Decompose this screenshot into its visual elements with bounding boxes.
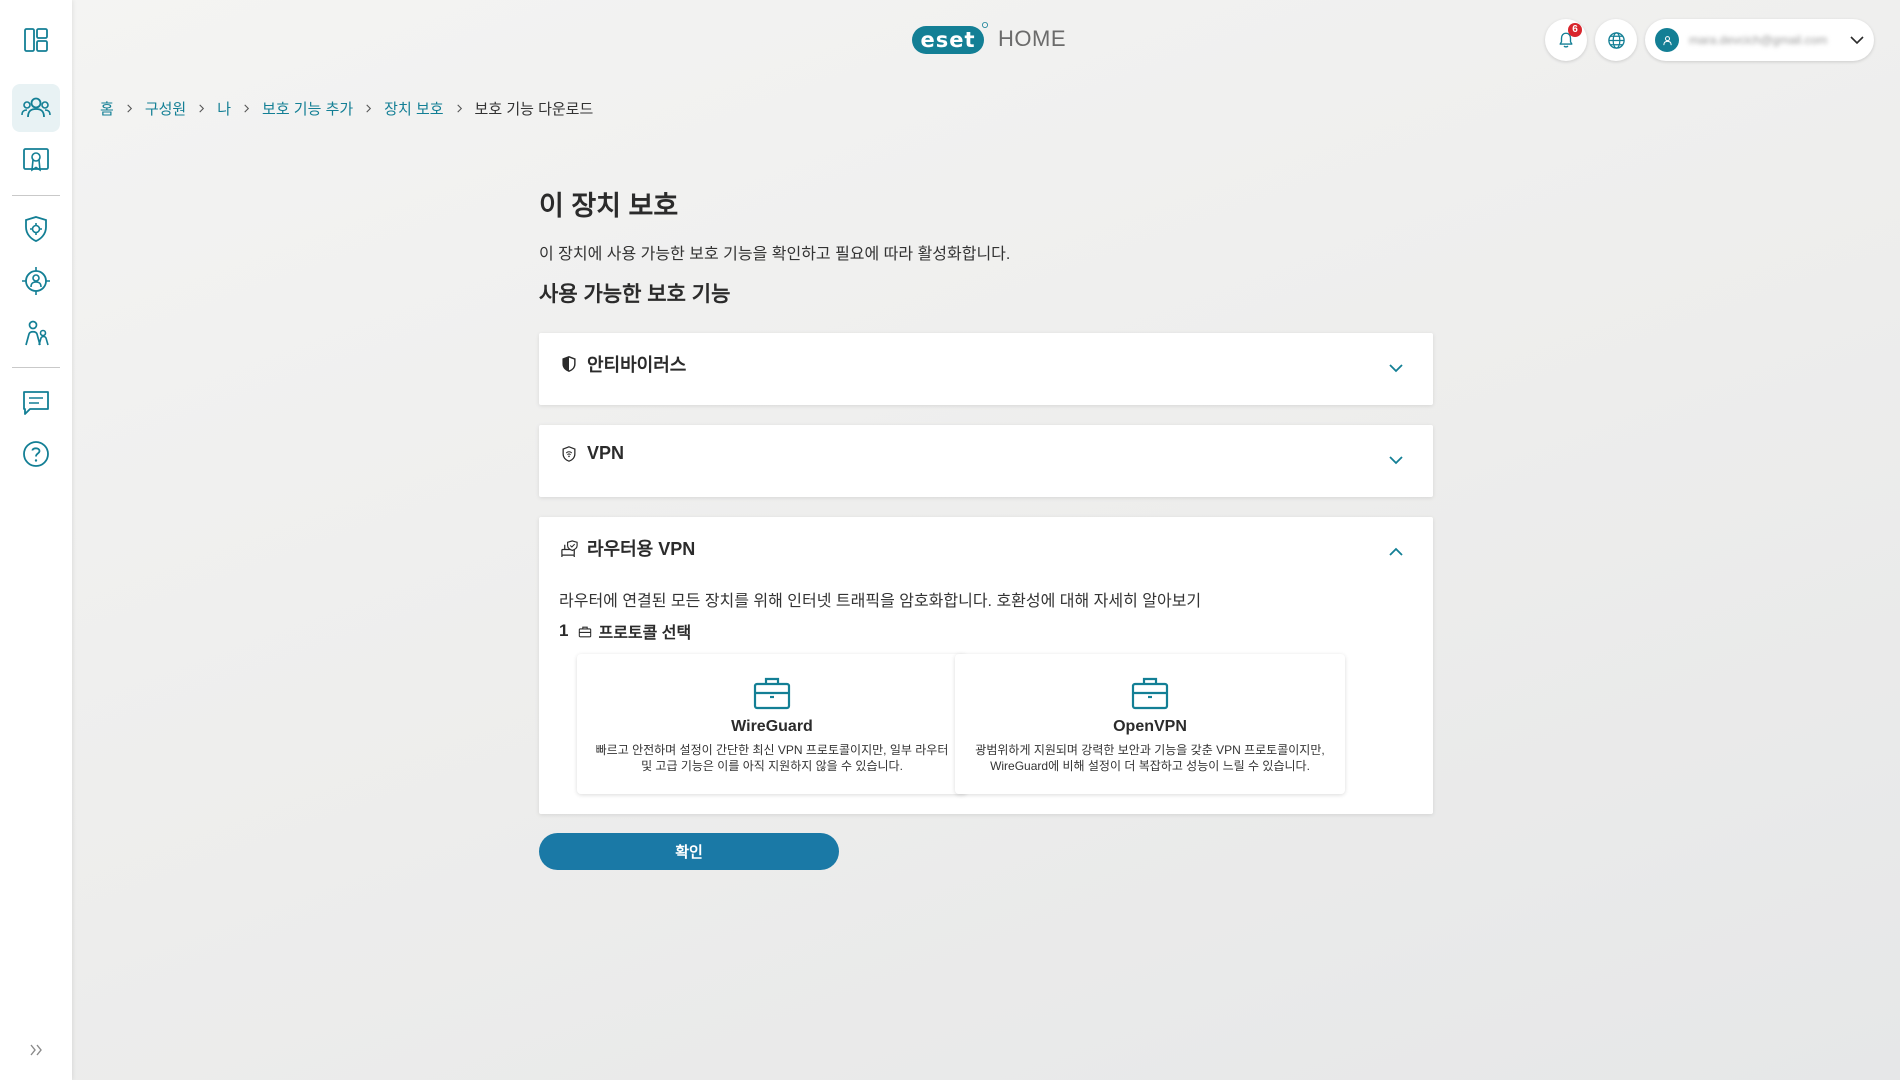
protocol-description: 빠르고 안전하며 설정이 간단한 최신 VPN 프로토콜이지만, 일부 라우터 … [595, 743, 949, 773]
protocol-card-openvpn[interactable]: OpenVPN 광범위하게 지원되며 강력한 보안과 기능을 갖춘 VPN 프로… [955, 654, 1345, 794]
sidebar-item-parental[interactable] [12, 309, 60, 357]
notifications-button[interactable]: 6 [1545, 19, 1587, 61]
breadcrumb-home[interactable]: 홈 [100, 98, 114, 119]
avatar [1655, 28, 1679, 52]
sidebar-item-dashboard[interactable] [12, 16, 60, 64]
dashboard-icon [24, 28, 48, 52]
briefcase-icon [576, 623, 594, 641]
chevron-down-icon [1848, 31, 1866, 49]
protocol-name: OpenVPN [1113, 718, 1187, 735]
chevron-right-icon [197, 104, 206, 113]
protocol-step: 1 프로토콜 선택 [559, 619, 691, 643]
notification-count-badge: 6 [1568, 23, 1582, 37]
sidebar-item-security[interactable] [12, 205, 60, 253]
protocol-card-wireguard[interactable]: WireGuard 빠르고 안전하며 설정이 간단한 최신 VPN 프로토콜이지… [577, 654, 967, 794]
protocol-name: WireGuard [731, 718, 813, 735]
chevron-right-icon [125, 104, 134, 113]
vpn-panel-header[interactable]: VPN [559, 443, 624, 464]
sidebar-item-messages[interactable] [12, 378, 60, 426]
router-vpn-panel: 라우터용 VPN 라우터에 연결된 모든 장치를 위해 인터넷 트래픽을 암호화… [539, 517, 1433, 814]
briefcase-icon [1131, 677, 1169, 710]
shield-half-icon [559, 354, 579, 374]
router-vpn-title: 라우터용 VPN [587, 539, 696, 559]
page-title: 이 장치 보호 [539, 191, 679, 221]
eset-logo-icon: eset [912, 22, 989, 56]
sidebar-divider [12, 195, 60, 196]
double-chevron-right-icon [30, 1044, 42, 1056]
sidebar [0, 0, 72, 1080]
vpn-title: VPN [587, 443, 625, 463]
vpn-panel: VPN [539, 425, 1433, 497]
account-menu[interactable]: mara.devcich@gmail.com [1645, 19, 1874, 61]
logo-home-text: HOME [998, 26, 1066, 51]
eset-home-logo[interactable]: eset HOME [912, 22, 1066, 56]
breadcrumb: 홈 구성원 나 보호 기능 추가 장치 보호 보호 기능 다운로드 [100, 98, 593, 119]
section-title: 사용 가능한 보호 기능 [539, 283, 731, 306]
sidebar-item-anti-theft[interactable] [12, 257, 60, 305]
sidebar-item-help[interactable] [12, 430, 60, 478]
chevron-right-icon [455, 104, 464, 113]
breadcrumb-current: 보호 기능 다운로드 [474, 101, 594, 118]
security-gear-icon [25, 216, 47, 242]
account-email: mara.devcich@gmail.com [1689, 33, 1828, 47]
chevron-right-icon [364, 104, 373, 113]
message-icon [23, 391, 49, 415]
breadcrumb-add-protection[interactable]: 보호 기능 추가 [262, 98, 353, 119]
sidebar-item-licenses[interactable] [12, 136, 60, 184]
vpn-shield-icon [559, 444, 579, 464]
breadcrumb-device-protection[interactable]: 장치 보호 [384, 98, 443, 119]
breadcrumb-members[interactable]: 구성원 [145, 98, 186, 119]
sidebar-expand-button[interactable] [24, 1038, 48, 1062]
logo-text: eset [920, 28, 976, 52]
router-vpn-description: 라우터에 연결된 모든 장치를 위해 인터넷 트래픽을 암호화합니다. 호환성에… [559, 593, 1202, 610]
globe-icon [1607, 31, 1625, 49]
breadcrumb-me[interactable]: 나 [217, 98, 231, 119]
antivirus-title: 안티바이러스 [587, 355, 687, 375]
step-number: 1 [559, 621, 569, 640]
briefcase-icon [753, 677, 791, 710]
language-button[interactable] [1595, 19, 1637, 61]
user-icon [1662, 35, 1672, 45]
family-icon [25, 320, 49, 346]
antivirus-panel: 안티바이러스 [539, 333, 1433, 405]
chevron-right-icon [242, 104, 251, 113]
main-content: 이 장치 보호 이 장치에 사용 가능한 보호 기능을 확인하고 필요에 따라 … [539, 186, 1433, 814]
chevron-down-icon[interactable] [1385, 357, 1407, 379]
chevron-down-icon[interactable] [1385, 449, 1407, 471]
router-vpn-icon [559, 538, 579, 558]
people-icon [21, 97, 51, 118]
protocol-description: 광범위하게 지원되며 강력한 보안과 기능을 갖춘 VPN 프로토콜이지만, W… [975, 743, 1325, 773]
router-vpn-panel-header[interactable]: 라우터용 VPN [559, 535, 695, 561]
anti-theft-icon [22, 267, 50, 295]
confirm-button[interactable]: 확인 [539, 833, 839, 870]
step-label: 프로토콜 선택 [598, 625, 692, 642]
chevron-up-icon[interactable] [1385, 541, 1407, 563]
page-description: 이 장치에 사용 가능한 보호 기능을 확인하고 필요에 따라 활성화합니다. [539, 246, 1011, 263]
help-icon [23, 441, 49, 467]
license-certificate-icon [23, 148, 49, 172]
antivirus-panel-header[interactable]: 안티바이러스 [559, 351, 686, 377]
sidebar-divider [12, 367, 60, 368]
sidebar-item-members[interactable] [12, 84, 60, 132]
